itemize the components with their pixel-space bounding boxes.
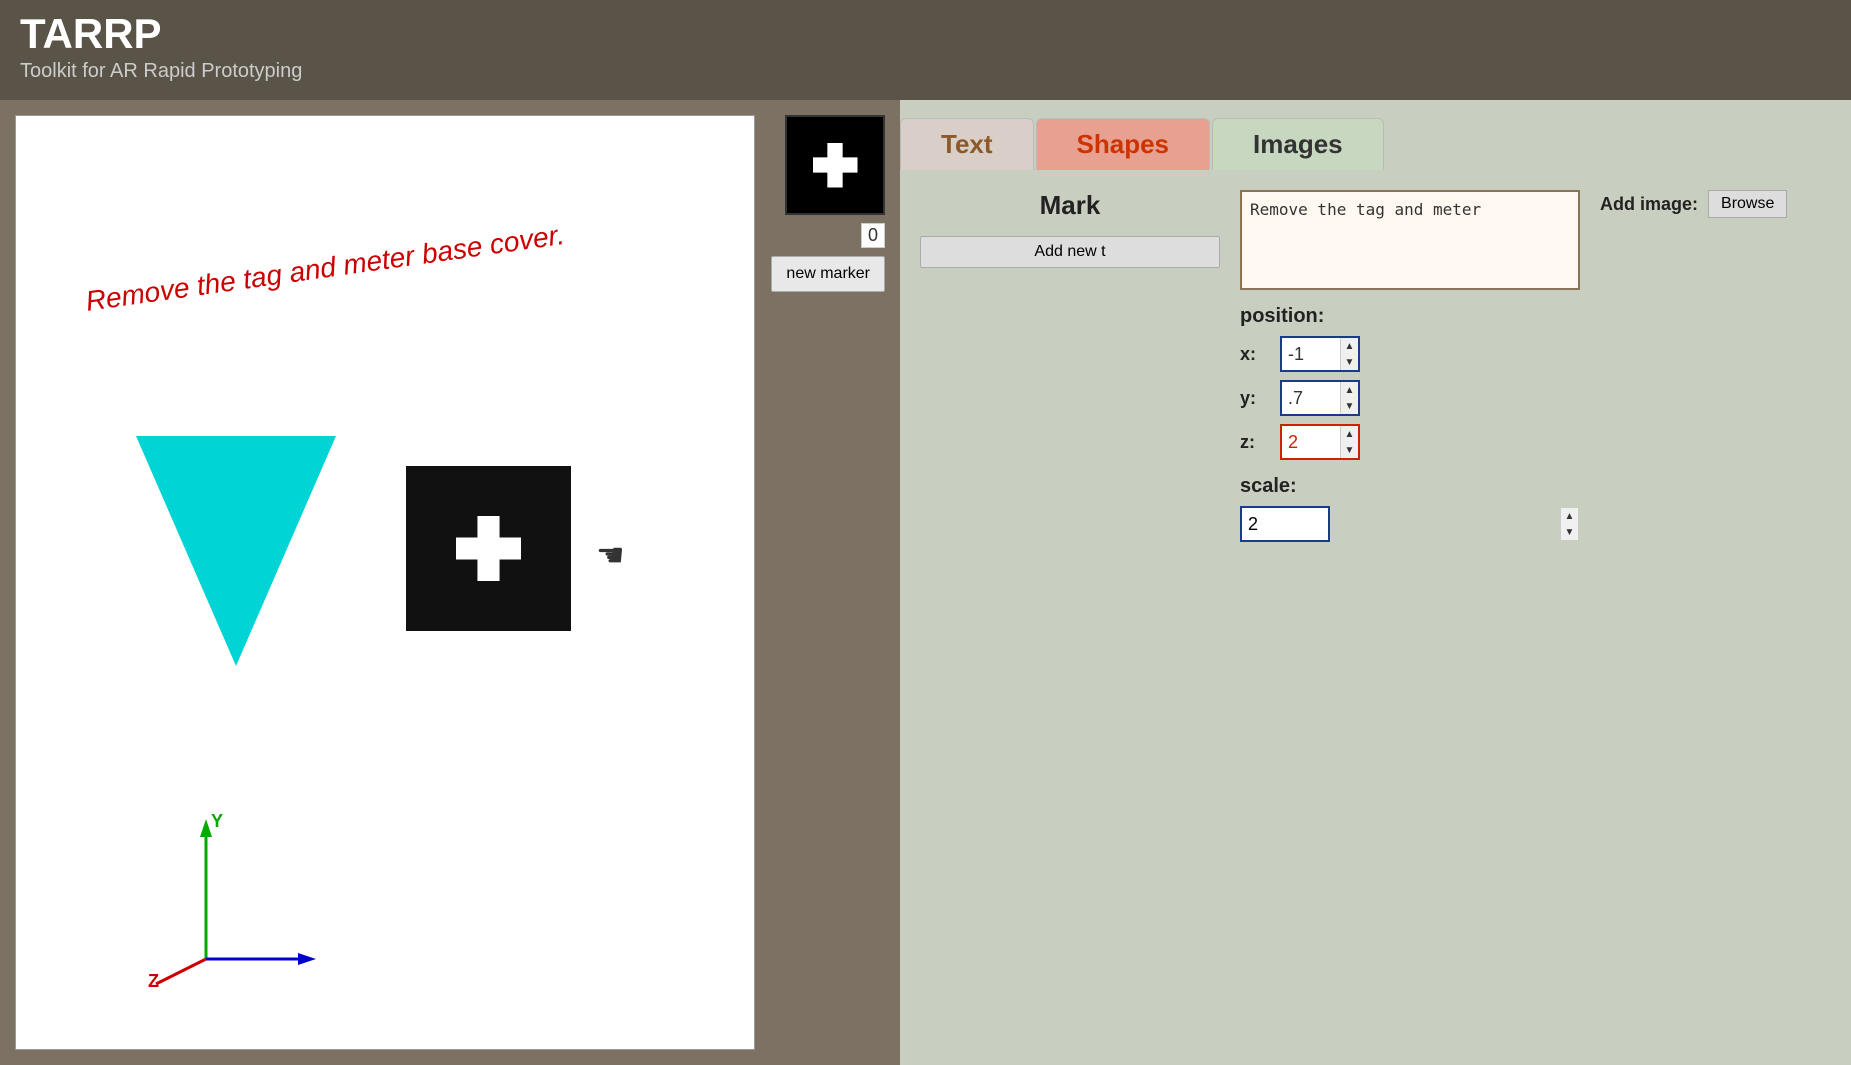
z-spin-up[interactable]: ▲	[1341, 426, 1358, 442]
add-new-text-button[interactable]: Add new t	[920, 236, 1220, 268]
tab-bar: Text Shapes Images	[900, 100, 1851, 170]
tab-shapes[interactable]: Shapes	[1036, 118, 1211, 170]
marker-section-title: Mark	[920, 190, 1220, 221]
cone-shape	[136, 436, 336, 666]
position-section: position: x: ▲ ▼ y:	[1240, 305, 1580, 460]
z-spinner-arrows: ▲ ▼	[1340, 426, 1358, 458]
scale-value-input[interactable]	[1240, 506, 1330, 542]
y-spin-down[interactable]: ▼	[1341, 398, 1358, 414]
text-content-input[interactable]: Remove the tag and meter	[1240, 190, 1580, 290]
marker-thumbnail	[785, 115, 885, 215]
scale-section: scale: ▲ ▼	[1240, 475, 1580, 542]
add-image-row: Add image: Browse	[1600, 190, 1831, 218]
viewport-container: 0 new marker Remove the tag and meter ba…	[0, 100, 900, 1065]
z-spinner: ▲ ▼	[1280, 424, 1360, 460]
new-marker-button[interactable]: new marker	[771, 256, 885, 292]
app-subtitle: Toolkit for AR Rapid Prototyping	[20, 60, 1831, 83]
tab-images[interactable]: Images	[1212, 118, 1384, 170]
x-spinner: ▲ ▼	[1280, 336, 1360, 372]
app-header: TARRP Toolkit for AR Rapid Prototyping	[0, 0, 1851, 100]
scale-spin-down[interactable]: ▼	[1561, 524, 1578, 540]
z-spin-down[interactable]: ▼	[1341, 442, 1358, 458]
scale-label: scale:	[1240, 475, 1580, 498]
scale-spinner-arrows: ▲ ▼	[1560, 508, 1578, 540]
y-spin-up[interactable]: ▲	[1341, 382, 1358, 398]
tab-text[interactable]: Text	[900, 118, 1034, 170]
sub-panel-images: Add image: Browse	[1600, 190, 1831, 1045]
z-label: z:	[1240, 432, 1270, 453]
sub-panel-marker: Mark Add new t	[920, 190, 1220, 1045]
y-spinner-arrows: ▲ ▼	[1340, 382, 1358, 414]
ar-overlay-text: Remove the tag and meter base cover.	[84, 219, 567, 318]
y-spinner: ▲ ▼	[1280, 380, 1360, 416]
ar-viewport[interactable]: Remove the tag and meter base cover. ☚ Y…	[15, 115, 755, 1050]
coordinate-axes: Y Z	[146, 809, 326, 989]
y-coord-row: y: ▲ ▼	[1240, 380, 1580, 416]
x-spin-up[interactable]: ▲	[1341, 338, 1358, 354]
right-panel: Text Shapes Images Mark Add new t Remove…	[900, 100, 1851, 1065]
browse-button[interactable]: Browse	[1708, 190, 1787, 218]
app-title: TARRP	[20, 10, 1831, 58]
x-spin-down[interactable]: ▼	[1341, 354, 1358, 370]
text-editor-area: Remove the tag and meter position: x: ▲ …	[1240, 190, 1580, 1045]
z-coord-row: z: ▲ ▼	[1240, 424, 1580, 460]
cursor-icon: ☚	[596, 536, 625, 574]
x-coord-row: x: ▲ ▼	[1240, 336, 1580, 372]
marker-cross-icon	[813, 143, 858, 188]
ar-marker-cross-icon	[456, 516, 521, 581]
svg-text:Y: Y	[211, 811, 223, 831]
x-label: x:	[1240, 344, 1270, 365]
marker-thumb-area: 0 new marker	[771, 115, 885, 292]
ar-marker-viewport	[406, 466, 571, 631]
add-image-label: Add image:	[1600, 194, 1698, 215]
marker-label: 0	[861, 223, 885, 248]
y-label: y:	[1240, 388, 1270, 409]
scale-spin-up[interactable]: ▲	[1561, 508, 1578, 524]
x-spinner-arrows: ▲ ▼	[1340, 338, 1358, 370]
scale-spinner: ▲ ▼	[1240, 506, 1580, 542]
panel-content: Mark Add new t Remove the tag and meter …	[900, 170, 1851, 1065]
position-label: position:	[1240, 305, 1580, 328]
svg-text:Z: Z	[148, 971, 159, 989]
